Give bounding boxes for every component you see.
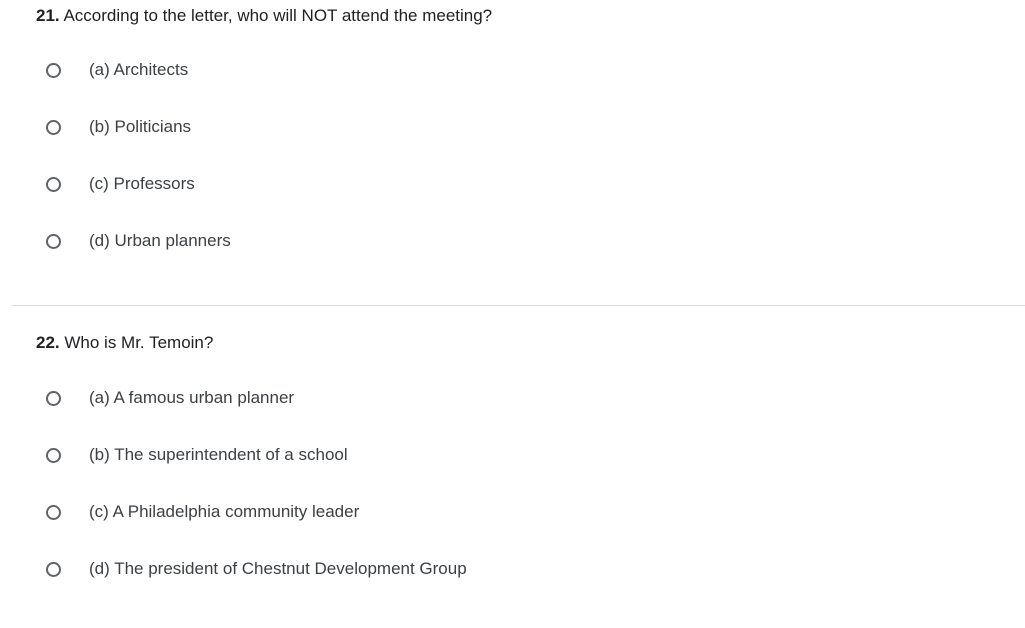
option-21-d[interactable]: (d) Urban planners bbox=[36, 226, 636, 256]
option-21-c[interactable]: (c) Professors bbox=[36, 169, 636, 199]
option-label: (a) Architects bbox=[89, 60, 189, 79]
option-label: (d) Urban planners bbox=[89, 231, 231, 250]
radio-button[interactable] bbox=[46, 561, 61, 577]
option-22-d[interactable]: (d) The president of Chestnut Developmen… bbox=[36, 554, 636, 584]
option-label: (b) The superintendent of a school bbox=[89, 445, 348, 464]
section-divider bbox=[12, 305, 1025, 306]
question-number: 22. bbox=[36, 333, 60, 352]
question-text: According to the letter, who will NOT at… bbox=[63, 6, 493, 25]
option-label: (a) A famous urban planner bbox=[89, 388, 295, 407]
radio-button[interactable] bbox=[46, 119, 61, 135]
option-label: (d) The president of Chestnut Developmen… bbox=[89, 559, 467, 578]
radio-button[interactable] bbox=[46, 447, 61, 463]
option-label: (c) A Philadelphia community leader bbox=[89, 502, 360, 521]
option-21-a[interactable]: (a) Architects bbox=[36, 55, 636, 85]
radio-button[interactable] bbox=[46, 504, 61, 520]
question-text: Who is Mr. Temoin? bbox=[64, 333, 214, 352]
radio-button[interactable] bbox=[46, 233, 61, 249]
radio-button[interactable] bbox=[46, 176, 61, 192]
question-number: 21. bbox=[36, 6, 60, 25]
option-label: (c) Professors bbox=[89, 174, 195, 193]
option-22-c[interactable]: (c) A Philadelphia community leader bbox=[36, 497, 636, 527]
option-label: (b) Politicians bbox=[89, 117, 192, 136]
question-title: 21. According to the letter, who will NO… bbox=[36, 6, 492, 26]
radio-button[interactable] bbox=[46, 390, 61, 406]
radio-button[interactable] bbox=[46, 62, 61, 78]
option-21-b[interactable]: (b) Politicians bbox=[36, 112, 636, 142]
option-22-b[interactable]: (b) The superintendent of a school bbox=[36, 440, 636, 470]
option-22-a[interactable]: (a) A famous urban planner bbox=[36, 383, 636, 413]
question-title: 22. Who is Mr. Temoin? bbox=[36, 333, 213, 353]
